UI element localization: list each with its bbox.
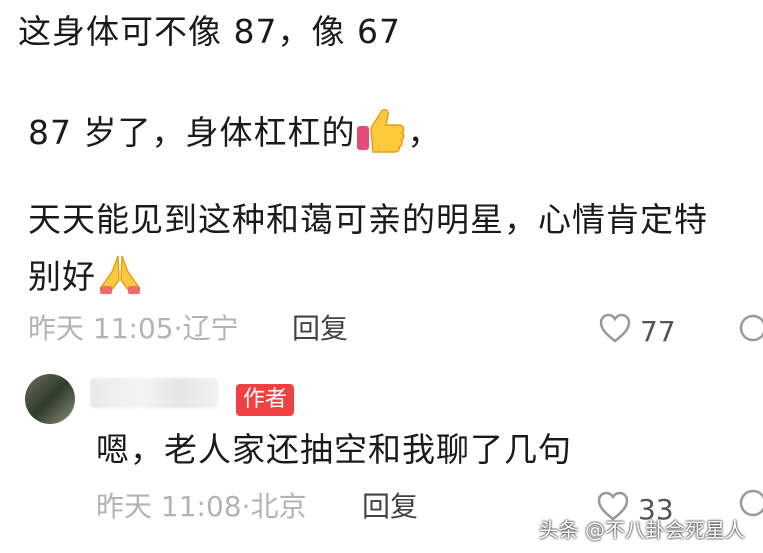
meta-separator: · [173, 312, 183, 345]
like-count: 77 [640, 315, 676, 348]
reply-button[interactable]: 回复 [292, 312, 348, 346]
comment-text-segment: 别好 [28, 257, 96, 296]
avatar[interactable] [25, 374, 75, 424]
username-blurred[interactable] [90, 378, 218, 408]
author-badge: 作者 [236, 384, 295, 416]
watermark: 头条 @不八卦会死星人 [538, 518, 745, 542]
comment-text-line-2: 87 岁了，身体杠杠的 ， [28, 106, 441, 163]
more-icon[interactable] [738, 313, 763, 343]
reply-location: 北京 [250, 490, 307, 523]
comment-text-segment: 87 岁了，身体杠杠的 [28, 113, 356, 152]
comment-text-line-4: 别好 [28, 252, 144, 305]
comment-time: 昨天 11:05 [28, 312, 174, 345]
comment-text-line-1: 这身体可不像 87，像 67 [18, 12, 401, 51]
comment-location: 辽宁 [182, 312, 239, 345]
comment-meta: 昨天 11:05·辽宁 [28, 312, 239, 346]
pray-icon [96, 252, 144, 305]
meta-separator: · [241, 490, 251, 523]
reply-meta: 昨天 11:08·北京 [96, 490, 307, 524]
reply-time: 昨天 11:08 [96, 490, 242, 523]
comment-text-line-3: 天天能见到这种和蔼可亲的明星，心情肯定特 [28, 200, 708, 239]
like-button[interactable]: 77 [598, 312, 676, 352]
reply-text: 嗯，老人家还抽空和我聊了几句 [96, 430, 572, 469]
thumbs-up-icon [355, 106, 407, 163]
comment-text-segment: ， [407, 113, 442, 152]
reply-button[interactable]: 回复 [362, 490, 418, 524]
heart-icon [598, 312, 632, 352]
